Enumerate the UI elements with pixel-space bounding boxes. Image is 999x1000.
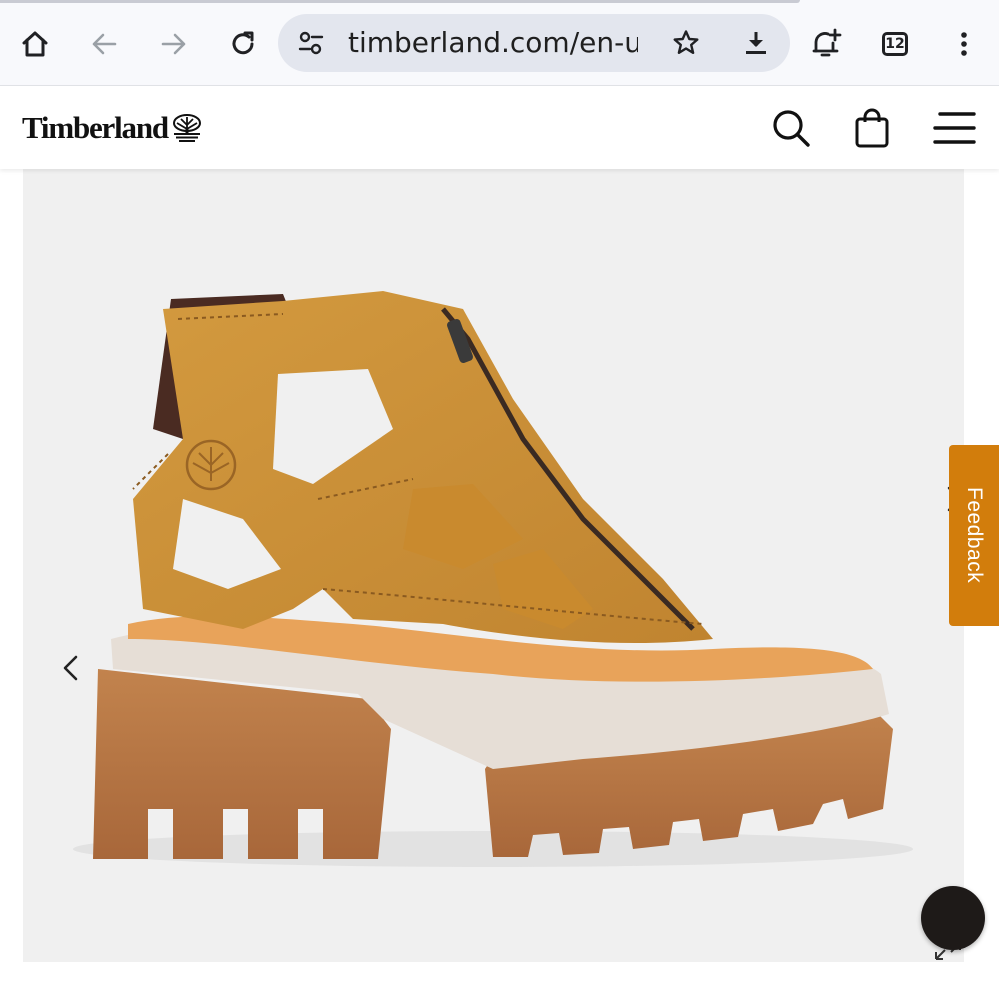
more-vertical-icon <box>961 32 967 56</box>
timberland-logo-link[interactable]: Timberland <box>22 108 203 148</box>
home-icon <box>22 31 48 57</box>
timberland-tree-logo <box>172 114 201 142</box>
forward-button[interactable] <box>152 22 196 66</box>
back-button[interactable] <box>82 22 126 66</box>
tab-switcher-button[interactable]: 12 <box>873 22 917 66</box>
tab-switcher-icon: 12 <box>882 32 908 56</box>
add-notification-button[interactable] <box>804 22 848 66</box>
bookmark-button[interactable] <box>664 21 708 65</box>
more-menu-button[interactable] <box>942 22 986 66</box>
download-icon <box>746 32 766 54</box>
tab-strip-edge <box>0 0 800 3</box>
chevron-left-icon <box>63 655 78 681</box>
feedback-label: Feedback <box>963 487 986 584</box>
hamburger-menu-icon <box>933 112 976 144</box>
menu-button[interactable] <box>930 104 978 152</box>
shopping-bag-icon <box>855 108 889 148</box>
product-image-gallery[interactable] <box>23 169 964 962</box>
add-notification-icon <box>812 28 842 57</box>
search-icon <box>773 110 810 147</box>
page-bottom-edge <box>0 995 999 1000</box>
reload-icon <box>232 31 254 55</box>
gallery-prev-button[interactable] <box>53 651 87 685</box>
feedback-tab[interactable]: Feedback <box>949 445 999 626</box>
download-button[interactable] <box>734 21 778 65</box>
site-settings-icon[interactable] <box>296 28 326 58</box>
shopping-bag-button[interactable] <box>848 104 896 152</box>
home-button[interactable] <box>13 22 57 66</box>
address-bar[interactable]: timberland.com/en-us <box>278 14 790 72</box>
browser-toolbar: timberland.com/en-us 12 <box>0 0 999 86</box>
url-text[interactable]: timberland.com/en-us <box>348 27 638 59</box>
bookmark-star-icon <box>673 30 699 54</box>
product-image-sandal[interactable] <box>23 169 964 962</box>
back-arrow-icon <box>92 33 117 55</box>
site-header: Timberland <box>0 86 999 169</box>
search-button[interactable] <box>767 104 815 152</box>
brand-logo-text: Timberland <box>22 110 169 145</box>
reload-button[interactable] <box>221 22 265 66</box>
chat-launcher-button[interactable] <box>921 886 985 950</box>
forward-arrow-icon <box>161 33 186 55</box>
